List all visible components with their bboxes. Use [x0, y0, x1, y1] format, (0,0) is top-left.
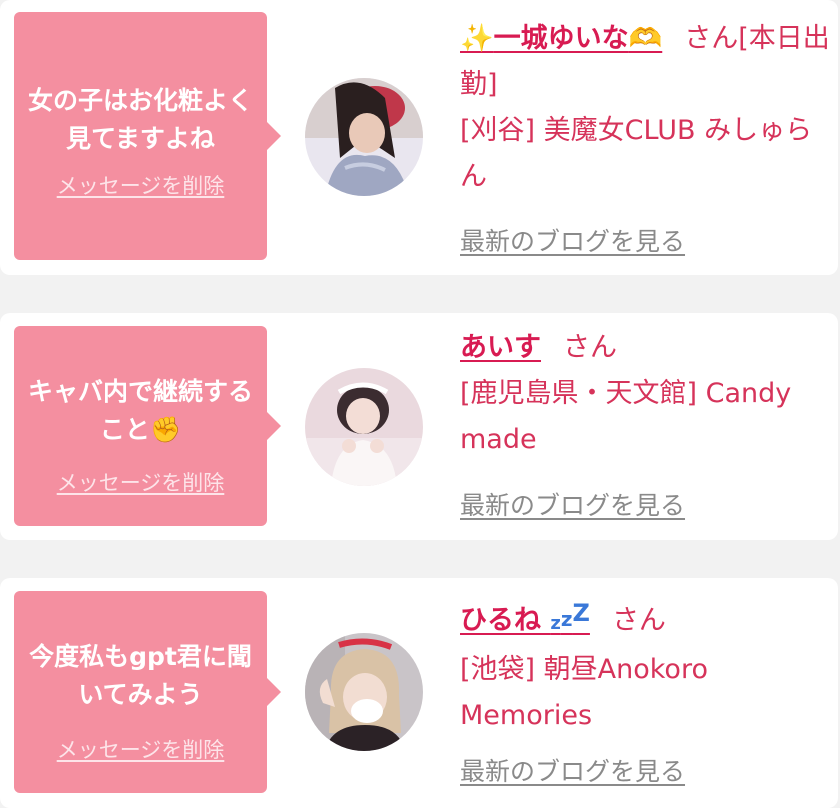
shop-name: [鹿児島県・天文館] Candy made: [460, 378, 792, 455]
message-bubble: 今度私もgpt君に聞いてみよう メッセージを削除: [14, 591, 281, 793]
honorific: さん: [684, 23, 739, 54]
cast-info: ✨一城ゆいな🫶 さん[本日出勤] [刈谷] 美魔女CLUB みしゅらん: [460, 16, 830, 200]
cast-info: ひるね zzZ さん [池袋] 朝昼Anokoro Memories: [460, 590, 830, 739]
favorite-card: 今度私もgpt君に聞いてみよう メッセージを削除 ひるね zzZ さん [池袋] …: [0, 578, 838, 808]
message-bubble: 女の子はお化粧よく見てますよね メッセージを削除: [14, 12, 281, 260]
latest-blog-link[interactable]: 最新のブログを見る: [460, 752, 685, 788]
avatar[interactable]: [305, 78, 423, 196]
zzz-icon: zzZ: [550, 599, 590, 634]
shop-name: [刈谷] 美魔女CLUB みしゅらん: [460, 115, 813, 192]
avatar[interactable]: [305, 633, 423, 751]
honorific: さん: [611, 605, 666, 636]
favorite-card: 女の子はお化粧よく見てますよね メッセージを削除 ✨一城ゆいな🫶 さん[本日出勤]…: [0, 0, 838, 275]
delete-message-link[interactable]: メッセージを削除: [14, 734, 267, 764]
favorite-card: キャバ内で継続すること✊ メッセージを削除 あいす さん [鹿児島県・天文館] C…: [0, 313, 838, 540]
message-text: 女の子はお化粧よく見てますよね: [27, 86, 253, 153]
message-bubble: キャバ内で継続すること✊ メッセージを削除: [14, 326, 281, 526]
honorific: さん: [563, 332, 617, 363]
message-text: 今度私もgpt君に聞いてみよう: [29, 642, 252, 709]
cast-name-link[interactable]: ✨一城ゆいな🫶: [460, 23, 662, 54]
latest-blog-link[interactable]: 最新のブログを見る: [460, 222, 685, 258]
delete-message-link[interactable]: メッセージを削除: [14, 170, 267, 200]
avatar[interactable]: [305, 368, 423, 486]
cast-name-link[interactable]: あいす: [460, 332, 541, 363]
latest-blog-link[interactable]: 最新のブログを見る: [460, 486, 685, 522]
delete-message-link[interactable]: メッセージを削除: [14, 467, 267, 497]
message-text: キャバ内で継続すること✊: [27, 377, 253, 444]
shop-name: [池袋] 朝昼Anokoro Memories: [460, 654, 708, 731]
sparkles-icon: ✨: [460, 23, 494, 54]
raised-fist-icon: ✊: [149, 415, 182, 444]
cast-name-link[interactable]: ひるね zzZ: [460, 599, 590, 636]
cast-info: あいす さん [鹿児島県・天文館] Candy made: [460, 325, 830, 463]
heart-hands-icon: 🫶: [628, 23, 663, 54]
